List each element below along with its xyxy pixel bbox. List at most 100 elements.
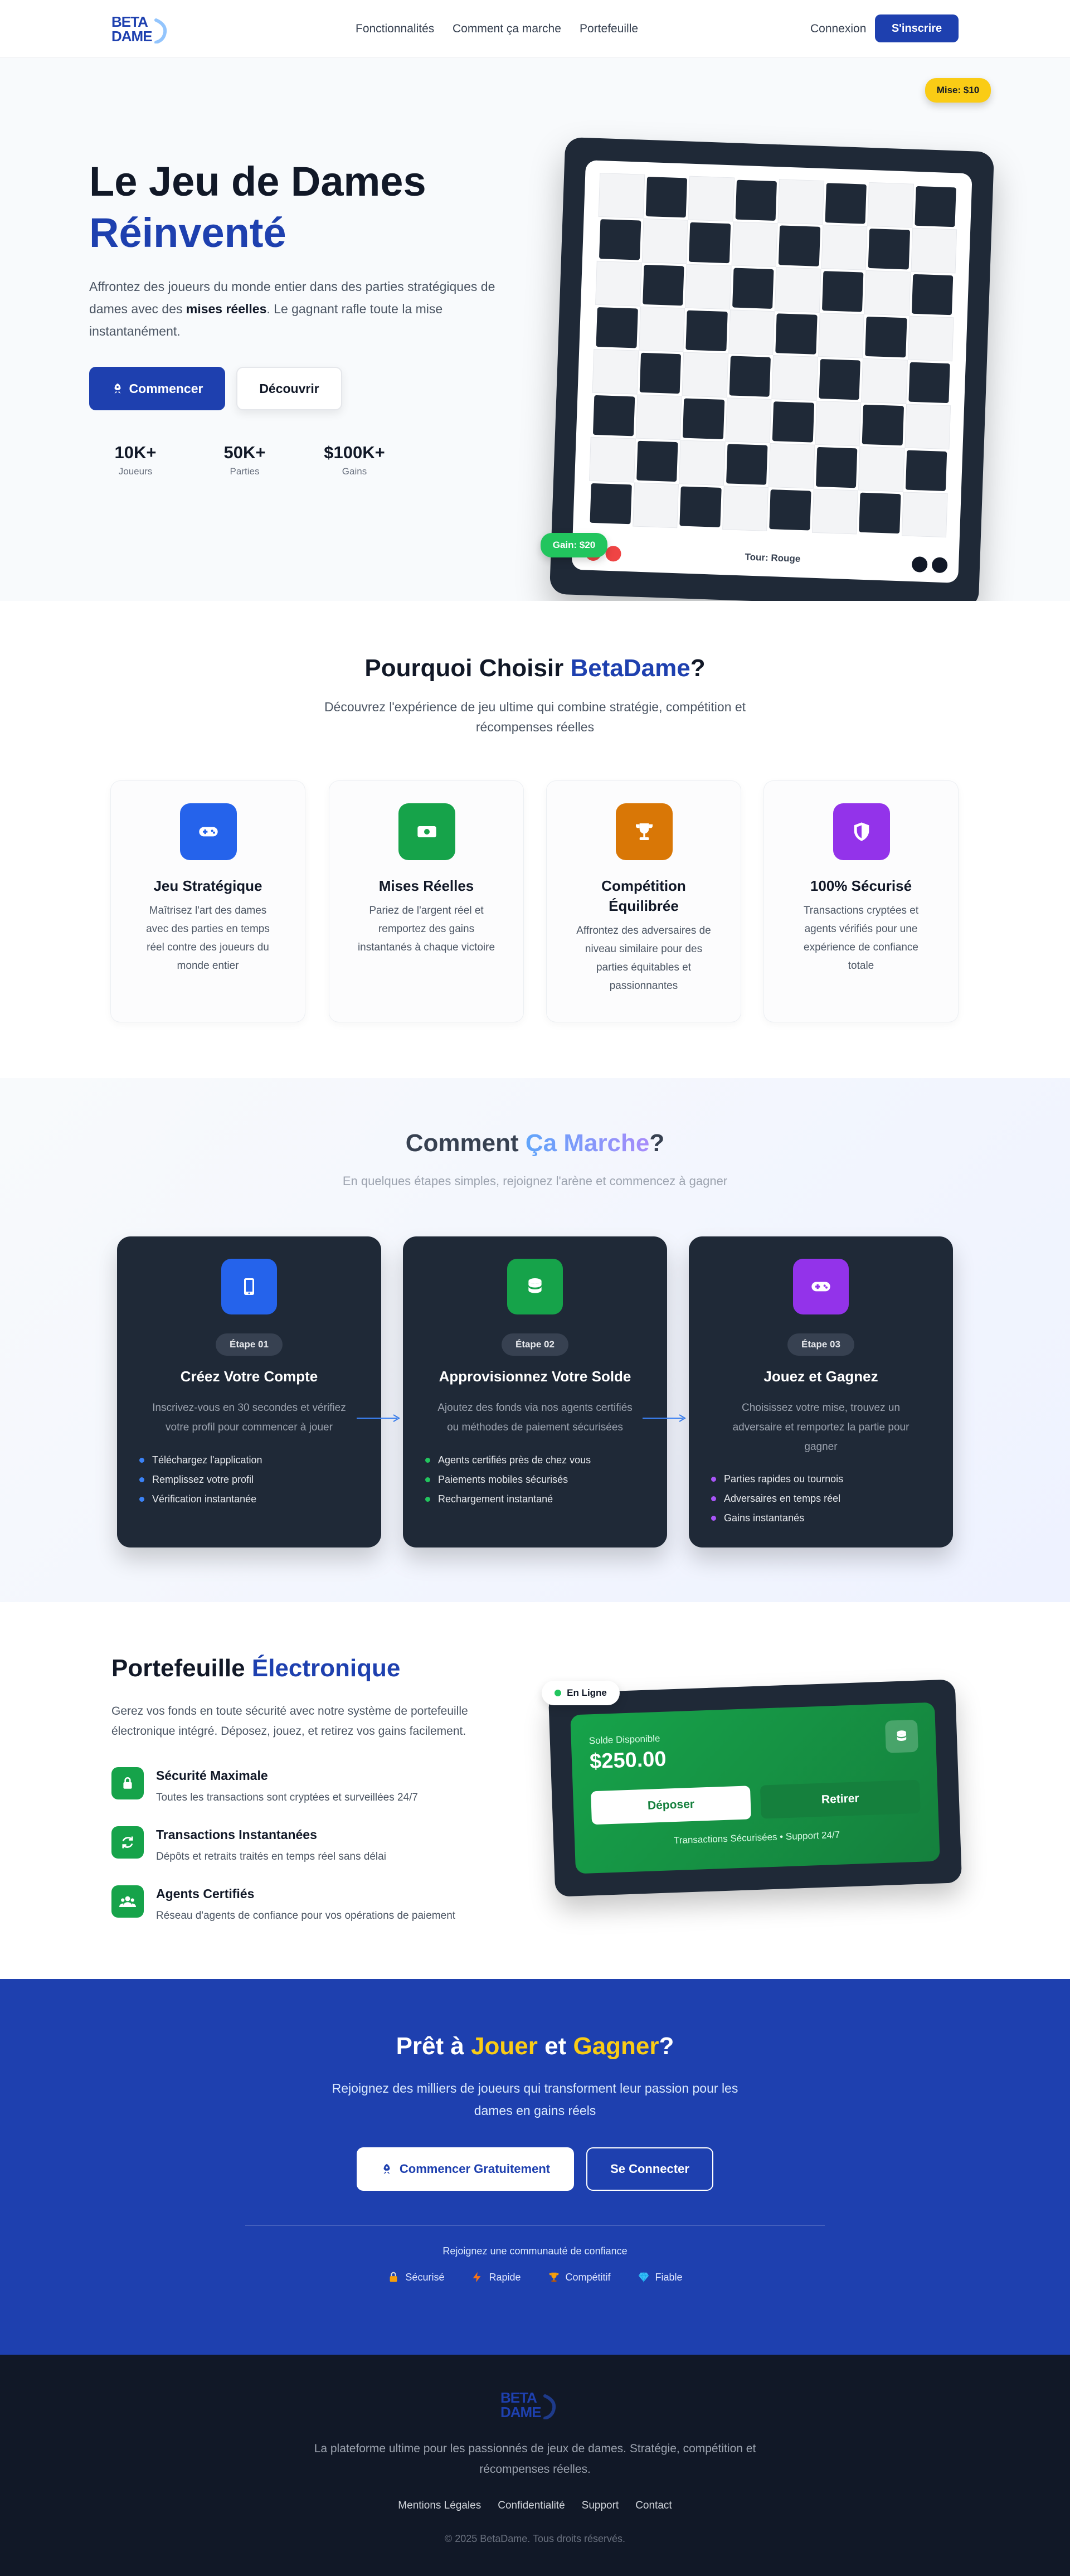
logo-line2: DAME [111,28,153,45]
hero-start-button[interactable]: Commencer [89,367,225,410]
board-light-square [821,225,868,270]
step-card-create-account: Étape 01 Créez Votre Compte Inscrivez-vo… [117,1236,381,1547]
board-dark-square [868,228,910,270]
gamepad-icon [180,803,237,860]
board-light-square [641,218,688,264]
list-item: Gains instantanés [711,1508,942,1528]
withdraw-button[interactable]: Retirer [760,1779,921,1819]
cta-section: Prêt à Jouer et Gagner? Rejoignez des mi… [0,1979,1070,2355]
board-light-square [768,443,815,489]
board-grid [587,173,959,538]
wallet-card: Solde Disponible $250.00 Déposer Retirer… [548,1679,962,1897]
list-item: Adversaires en temps réel [711,1489,942,1508]
features-title: Pourquoi Choisir BetaDame? [0,654,1070,682]
board-light-square [777,179,824,225]
board-light-square [678,440,726,486]
footer-link-privacy[interactable]: Confidentialité [498,2500,565,2512]
logo-line1: BETA [500,2389,537,2406]
cta-login-button[interactable]: Se Connecter [586,2147,713,2191]
users-icon [111,1885,144,1918]
online-dot-icon [555,1690,562,1696]
feature-title: Mises Réelles [378,877,474,894]
footer-logo[interactable]: BETA DAME [500,2389,556,2420]
wallet-balance-panel: Solde Disponible $250.00 Déposer Retirer… [570,1702,940,1874]
board-light-square [589,436,636,483]
black-piece [931,557,948,574]
board-light-square [592,348,639,395]
stat-games-label: Parties [230,466,260,477]
board-light-square [731,221,778,268]
nav-link-how-it-works[interactable]: Comment ça marche [453,22,561,36]
list-item: Vérification instantanée [139,1490,370,1509]
badge-label: Compétitif [565,2271,611,2283]
logo-line2: DAME [500,2404,542,2420]
hero-discover-button[interactable]: Découvrir [236,367,342,410]
step-badge: Étape 01 [216,1333,283,1356]
cta-title-end: ? [659,2032,674,2060]
board-dark-square [914,186,956,227]
stat-winnings-label: Gains [342,466,367,477]
wallet-feature-title: Transactions Instantanées [156,1827,317,1842]
logo-piece-icon [154,18,167,43]
signup-button[interactable]: S'inscrire [875,14,959,42]
board-dark-square [821,271,864,312]
features-title-brand: BetaDame [570,654,690,682]
feature-desc: Pariez de l'argent réel et remportez des… [357,905,495,953]
turn-label: Tour: Rouge [745,551,801,564]
board-dark-square [769,489,811,531]
deposit-button[interactable]: Déposer [591,1786,751,1825]
nav-link-features[interactable]: Fonctionnalités [356,22,434,36]
footer-link-contact[interactable]: Contact [635,2500,672,2512]
lock-icon [390,2272,397,2282]
board-surface: Tour: Rouge [571,160,972,583]
board-dark-square [599,219,641,260]
footer-description: La plateforme ultime pour les passionnés… [314,2442,756,2476]
balance-label: Solde Disponible [588,1733,660,1747]
trophy-icon [616,803,673,860]
feature-card-balanced-competition: Compétition Équilibrée Affrontez des adv… [546,780,741,1022]
diamond-icon [638,2272,649,2283]
step-title: Jouez et Gagnez [763,1368,878,1385]
badge-secure: Sécurisé [387,2271,444,2283]
how-it-works-section: Comment Ça Marche? En quelques étapes si… [0,1078,1070,1602]
logo-piece-icon [543,2394,556,2419]
logo[interactable]: BETA DAME [111,13,167,45]
logo-line1: BETA [111,13,148,30]
board-dark-square [905,450,947,492]
board-light-square [774,267,821,313]
features-section: Pourquoi Choisir BetaDame? Découvrez l'e… [0,601,1070,1078]
nav-link-wallet[interactable]: Portefeuille [580,22,638,36]
cta-start-free-button[interactable]: Commencer Gratuitement [357,2147,574,2191]
step-title: Approvisionnez Votre Solde [439,1368,631,1385]
footer-link-legal[interactable]: Mentions Légales [398,2500,481,2512]
board-light-square [728,309,775,356]
features-title-text: Pourquoi Choisir [364,654,571,682]
wallet-description: Gerez vos fonds en toute sécurité avec n… [111,1705,468,1738]
board-dark-square [642,264,684,306]
wallet-title-accent: Électronique [251,1655,401,1682]
how-subtitle: En quelques étapes simples, rejoignez l'… [342,1174,728,1188]
badge-label: Sécurisé [405,2271,445,2283]
divider [245,2225,825,2226]
features-title-end: ? [690,654,706,682]
board-light-square [688,176,735,222]
stat-winnings-value: $100K+ [324,443,385,462]
board-dark-square [778,225,820,266]
footer-links: Mentions Légales Confidentialité Support… [0,2500,1070,2512]
list-item: Téléchargez l'application [139,1450,370,1470]
balance-amount: $250.00 [589,1747,667,1774]
stat-players-label: Joueurs [118,466,153,477]
footer: BETA DAME La plateforme ultime pour les … [0,2355,1070,2576]
footer-link-support[interactable]: Support [582,2500,619,2512]
login-link[interactable]: Connexion [810,22,866,36]
wallet-feature-desc: Toutes les transactions sont cryptées et… [156,1792,418,1803]
step-badge: Étape 02 [502,1333,568,1356]
board-light-square [858,446,904,492]
board-dark-square [645,176,688,218]
board-dark-square [735,180,777,221]
board-light-square [682,352,728,398]
hero-title-line1: Le Jeu de Dames [89,158,426,205]
board-light-square [815,400,862,447]
badge-competitive: Compétitif [548,2271,611,2283]
wallet-card-footer: Transactions Sécurisées • Support 24/7 [673,1829,840,1846]
